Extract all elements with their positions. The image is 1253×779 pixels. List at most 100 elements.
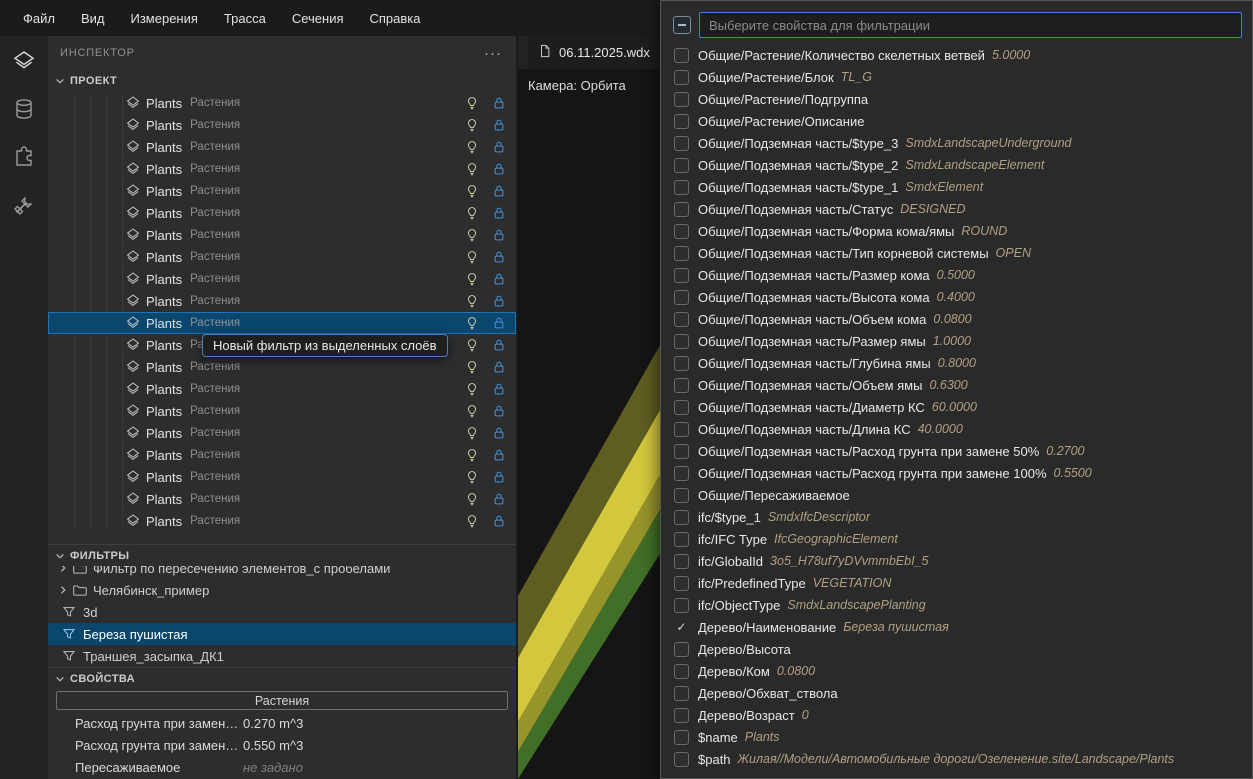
- checkbox[interactable]: [674, 444, 689, 459]
- checkbox[interactable]: [674, 312, 689, 327]
- filter-property-row[interactable]: Общие/Подземная часть/СтатусDESIGNED: [661, 198, 1252, 220]
- visibility-bulb-icon[interactable]: [465, 95, 479, 111]
- filter-property-row[interactable]: Дерево/Возраст0: [661, 704, 1252, 726]
- checkbox[interactable]: [674, 158, 689, 173]
- menu-item-measurements[interactable]: Измерения: [118, 0, 211, 36]
- tree-row-plants[interactable]: PlantsРастения: [48, 400, 516, 422]
- menu-item-file[interactable]: Файл: [10, 0, 68, 36]
- menu-item-help[interactable]: Справка: [357, 0, 434, 36]
- filter-property-row[interactable]: ifc/GlobalId3o5_H78uf7yDVvmmbEbI_5: [661, 550, 1252, 572]
- filter-property-row[interactable]: $pathЖилая//Модели/Автомобильные дороги/…: [661, 748, 1252, 770]
- checkbox[interactable]: [674, 576, 689, 591]
- uncheck-all-icon[interactable]: [673, 16, 691, 34]
- tree-row-plants[interactable]: PlantsРастения: [48, 378, 516, 400]
- properties-type-button[interactable]: Растения: [56, 691, 508, 710]
- visibility-bulb-icon[interactable]: [465, 425, 479, 441]
- filter-property-row[interactable]: Общие/Подземная часть/Высота кома0.4000: [661, 286, 1252, 308]
- checkbox[interactable]: [674, 554, 689, 569]
- lock-icon[interactable]: [492, 315, 506, 331]
- filter-property-row[interactable]: Общие/Подземная часть/$type_1SmdxElement: [661, 176, 1252, 198]
- tree-row-plants[interactable]: PlantsРастения: [48, 466, 516, 488]
- lock-icon[interactable]: [492, 403, 506, 419]
- filter-property-row[interactable]: Общие/Подземная часть/Объем кома0.0800: [661, 308, 1252, 330]
- checkbox[interactable]: [674, 642, 689, 657]
- visibility-bulb-icon[interactable]: [465, 227, 479, 243]
- tree-row-plants[interactable]: PlantsРастения: [48, 290, 516, 312]
- lock-icon[interactable]: [492, 359, 506, 375]
- filter-property-row[interactable]: Дерево/Ком0.0800: [661, 660, 1252, 682]
- checkbox[interactable]: [674, 48, 689, 63]
- inspector-overflow-button[interactable]: ···: [484, 45, 502, 62]
- visibility-bulb-icon[interactable]: [465, 381, 479, 397]
- filter-property-row[interactable]: Общие/Подземная часть/Объем ямы0.6300: [661, 374, 1252, 396]
- checkbox[interactable]: [674, 180, 689, 195]
- checkbox[interactable]: [674, 598, 689, 613]
- visibility-bulb-icon[interactable]: [465, 161, 479, 177]
- visibility-bulb-icon[interactable]: [465, 513, 479, 529]
- checkbox[interactable]: [674, 114, 689, 129]
- checkbox[interactable]: [674, 334, 689, 349]
- checkbox[interactable]: [674, 752, 689, 767]
- tree-row-plants[interactable]: PlantsРастения: [48, 422, 516, 444]
- visibility-bulb-icon[interactable]: [465, 403, 479, 419]
- checkbox[interactable]: [674, 246, 689, 261]
- visibility-bulb-icon[interactable]: [465, 271, 479, 287]
- filter-search-input[interactable]: [699, 12, 1242, 38]
- lock-icon[interactable]: [492, 425, 506, 441]
- filter-property-row[interactable]: Общие/Подземная часть/$type_3SmdxLandsca…: [661, 132, 1252, 154]
- tree-row-plants[interactable]: PlantsРастения: [48, 488, 516, 510]
- lock-icon[interactable]: [492, 469, 506, 485]
- lock-icon[interactable]: [492, 161, 506, 177]
- filter-property-row[interactable]: Общие/Подземная часть/Размер ямы1.0000: [661, 330, 1252, 352]
- chevron-right-icon[interactable]: [56, 583, 70, 597]
- lock-icon[interactable]: [492, 227, 506, 243]
- checkbox[interactable]: [674, 290, 689, 305]
- checkbox[interactable]: [674, 708, 689, 723]
- filter-property-row[interactable]: Общие/Растение/Описание: [661, 110, 1252, 132]
- lock-icon[interactable]: [492, 293, 506, 309]
- filter-property-row[interactable]: ✓Дерево/НаименованиеБереза пушистая: [661, 616, 1252, 638]
- menu-item-sections[interactable]: Сечения: [279, 0, 357, 36]
- filter-property-row[interactable]: Общие/Подземная часть/Расход грунта при …: [661, 440, 1252, 462]
- tree-row-plants[interactable]: PlantsРастения: [48, 510, 516, 532]
- filter-property-row[interactable]: ifc/IFC TypeIfcGeographicElement: [661, 528, 1252, 550]
- tree-row-plants[interactable]: PlantsРастения: [48, 268, 516, 290]
- checkbox[interactable]: [674, 224, 689, 239]
- extensions-icon[interactable]: [11, 144, 37, 170]
- checkbox[interactable]: [674, 356, 689, 371]
- filter-item[interactable]: Челябинск_пример: [48, 579, 516, 601]
- lock-icon[interactable]: [492, 117, 506, 133]
- checkbox[interactable]: [674, 532, 689, 547]
- filter-property-row[interactable]: Общие/Растение/Количество скелетных ветв…: [661, 44, 1252, 66]
- checkbox[interactable]: [674, 378, 689, 393]
- checkbox[interactable]: [674, 664, 689, 679]
- tree-row-plants[interactable]: PlantsРастения: [48, 312, 516, 334]
- lock-icon[interactable]: [492, 205, 506, 221]
- filter-item[interactable]: Береза пушистая: [48, 623, 516, 645]
- filter-item[interactable]: 3d: [48, 601, 516, 623]
- tree-row-plants[interactable]: PlantsРастения: [48, 224, 516, 246]
- tree-row-plants[interactable]: PlantsРастения: [48, 356, 516, 378]
- lock-icon[interactable]: [492, 139, 506, 155]
- visibility-bulb-icon[interactable]: [465, 249, 479, 265]
- checkbox[interactable]: [674, 510, 689, 525]
- visibility-bulb-icon[interactable]: [465, 315, 479, 331]
- tree-row-plants[interactable]: PlantsРастения: [48, 114, 516, 136]
- file-tab[interactable]: 06.11.2025.wdx: [528, 36, 667, 69]
- filter-property-row[interactable]: Общие/Подземная часть/$type_2SmdxLandsca…: [661, 154, 1252, 176]
- tree-row-plants[interactable]: PlantsРастения: [48, 246, 516, 268]
- tools-icon[interactable]: [11, 192, 37, 218]
- checkbox[interactable]: [674, 136, 689, 151]
- filter-item[interactable]: Траншея_засыпка_ДК1: [48, 645, 516, 667]
- filter-property-row[interactable]: ifc/PredefinedTypeVEGETATION: [661, 572, 1252, 594]
- visibility-bulb-icon[interactable]: [465, 293, 479, 309]
- filter-property-row[interactable]: Общие/Подземная часть/Размер кома0.5000: [661, 264, 1252, 286]
- filter-property-row[interactable]: Общие/Подземная часть/Длина КС40.0000: [661, 418, 1252, 440]
- menu-item-track[interactable]: Трасса: [211, 0, 279, 36]
- lock-icon[interactable]: [492, 513, 506, 529]
- checkbox-checked[interactable]: ✓: [674, 620, 689, 635]
- checkbox[interactable]: [674, 466, 689, 481]
- lock-icon[interactable]: [492, 183, 506, 199]
- tree-row-plants[interactable]: PlantsРастения: [48, 158, 516, 180]
- visibility-bulb-icon[interactable]: [465, 447, 479, 463]
